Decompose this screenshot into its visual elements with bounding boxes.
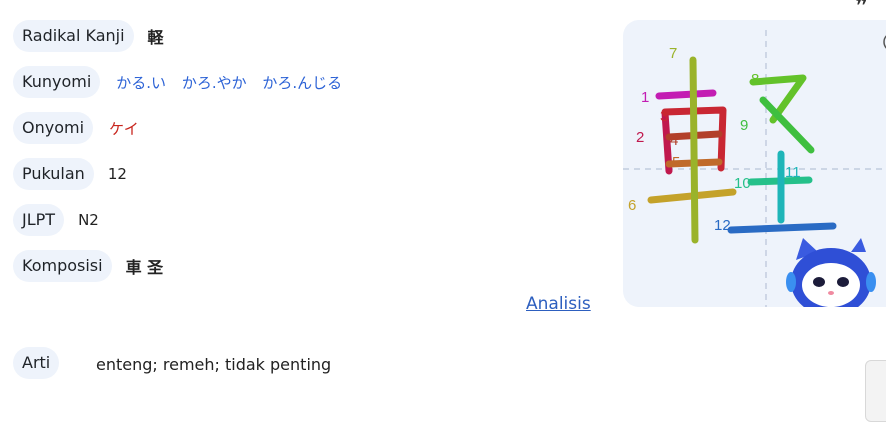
value-radikal-kanji[interactable]: 軽	[148, 24, 164, 48]
kunyomi-reading[interactable]: かる.い	[116, 74, 166, 92]
stroke-number: 3	[660, 108, 668, 125]
stroke-number: 4	[670, 132, 678, 149]
stroke-order-diagram: 1 2 3 4 5 6 7 8 9 10 11 12	[623, 30, 886, 307]
value-komposisi[interactable]: 車 圣	[126, 254, 164, 278]
label-kunyomi: Kunyomi	[13, 66, 101, 98]
stroke-number: 9	[740, 117, 748, 134]
kunyomi-reading[interactable]: かろ.んじる	[262, 74, 342, 92]
label-arti: Arti	[13, 347, 60, 379]
label-radikal-kanji: Radikal Kanji	[13, 20, 134, 52]
stroke-number: 1	[641, 89, 649, 106]
analisis-link[interactable]: Analisis	[526, 294, 591, 314]
row-jlpt: JLPT N2	[13, 204, 99, 236]
stroke-number: 5	[672, 154, 680, 171]
stroke-number: 8	[751, 71, 759, 88]
row-arti: Arti	[13, 347, 60, 379]
quote-icon: ❞	[855, 0, 868, 20]
stroke-number: 7	[669, 45, 677, 62]
kunyomi-reading[interactable]: かろ.やか	[182, 74, 247, 92]
stroke-number: 10	[734, 175, 751, 192]
row-komposisi: Komposisi 車 圣	[13, 250, 163, 282]
row-radikal: Radikal Kanji 軽	[13, 20, 164, 52]
row-kunyomi: Kunyomi かる.い かろ.やか かろ.んじる	[13, 66, 353, 98]
stroke-number: 2	[636, 129, 644, 146]
value-jlpt: N2	[78, 211, 99, 229]
cat-robot-mascot-icon[interactable]	[786, 238, 876, 307]
value-kunyomi-list: かる.い かろ.やか かろ.んじる	[116, 72, 353, 93]
label-komposisi: Komposisi	[13, 250, 112, 282]
stroke-number: 12	[714, 217, 731, 234]
label-jlpt: JLPT	[13, 204, 65, 236]
label-onyomi: Onyomi	[13, 112, 94, 144]
floating-widget[interactable]	[865, 360, 886, 422]
row-onyomi: Onyomi ケイ	[13, 112, 139, 144]
value-pukulan: 12	[107, 165, 127, 183]
stroke-number: 6	[628, 197, 636, 214]
value-arti: enteng; remeh; tidak penting	[96, 355, 332, 374]
stroke-number: 11	[785, 164, 801, 181]
stroke-order-card: 1 2 3 4 5 6 7 8 9 10 11 12	[623, 20, 886, 307]
label-pukulan: Pukulan	[13, 158, 94, 190]
row-pukulan: Pukulan 12	[13, 158, 127, 190]
value-onyomi[interactable]: ケイ	[109, 118, 139, 139]
